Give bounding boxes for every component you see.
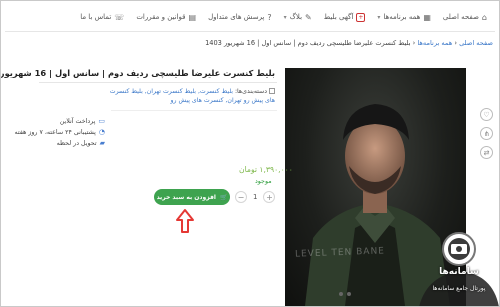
nav-tickets[interactable]: + آگهی بلیط: [323, 12, 366, 22]
compare-icon[interactable]: ⇄: [480, 146, 493, 159]
add-to-cart-label: افزودن به سبد خرید: [156, 193, 216, 201]
product-title: بلیط کنسرت علیرضا طلیسچی ردیف دوم | سانس…: [0, 68, 275, 78]
home-icon: ⌂: [481, 12, 487, 22]
headset-icon: ◔: [98, 128, 105, 136]
increase-quantity-button[interactable]: +: [263, 191, 276, 203]
question-icon: ?: [267, 12, 272, 22]
heart-icon[interactable]: ♡: [480, 108, 493, 121]
arrow-up-icon: [176, 209, 194, 233]
brand-tagline: پورتال جامع سامانه‌ها: [432, 285, 486, 292]
chevron-down-icon: ▾: [377, 13, 381, 21]
quantity-stepper: − 1 +: [235, 191, 276, 203]
feature-item: ▰ تحویل در لحظه: [15, 138, 105, 149]
feature-label: پرداخت آنلاین: [59, 118, 96, 125]
title-divider: [39, 82, 277, 83]
card-icon: ▭: [98, 117, 105, 125]
categories-divider: [111, 110, 277, 111]
nav-all-programs-label: همه برنامه‌ها: [383, 13, 421, 21]
nav-blog[interactable]: ✎ بلاگ ▾: [284, 13, 312, 22]
nav-all-programs[interactable]: ▦ همه برنامه‌ها ▾: [377, 13, 431, 22]
chevron-down-icon: ▾: [283, 13, 287, 21]
share-icon[interactable]: ⋔: [480, 127, 493, 140]
document-icon: ▤: [188, 12, 197, 22]
breadcrumb: صفحه اصلی ‹ همه برنامه‌ها ‹ بلیط کنسرت ع…: [201, 39, 493, 47]
categories-label: دسته‌بندی‌ها:: [234, 88, 267, 95]
phone-icon: ☏: [114, 12, 125, 22]
samaneha-logo: سامانه‌ها پورتال جامع سامانه‌ها: [419, 231, 499, 306]
nav-faq[interactable]: ? پرسش های متداول: [208, 13, 272, 22]
truck-icon: ▰: [99, 139, 105, 147]
nav-home-label: صفحه اصلی: [442, 13, 479, 21]
grid-icon: ▦: [423, 12, 431, 22]
top-nav: ⌂ صفحه اصلی ▦ همه برنامه‌ها ▾ + آگهی بلی…: [5, 5, 495, 29]
breadcrumb-current: بلیط کنسرت علیرضا طلیسچی ردیف دوم | سانس…: [205, 39, 411, 47]
nav-rules[interactable]: ▤ قوانین و مقررات: [136, 13, 196, 22]
stock-status: موجود: [255, 178, 272, 185]
nav-divider: [5, 31, 495, 32]
product-categories: دسته‌بندی‌ها: بلیط کنسرت, بلیط کنسرت تهر…: [105, 87, 275, 105]
nav-blog-label: بلاگ: [289, 13, 303, 21]
breadcrumb-all-programs[interactable]: همه برنامه‌ها: [417, 39, 452, 47]
page-frame: ⌂ صفحه اصلی ▦ همه برنامه‌ها ▾ + آگهی بلی…: [0, 0, 500, 307]
ticket-icon: +: [356, 12, 366, 22]
decrease-quantity-button[interactable]: −: [235, 191, 247, 203]
zoom-icon[interactable]: [347, 292, 351, 296]
product-action-icons: ♡ ⋔ ⇄: [480, 108, 493, 159]
brand-name: سامانه‌ها: [439, 267, 479, 277]
product-price: ۱,۳۹۰,۰۰۰ تومان: [239, 165, 293, 174]
image-controls: [339, 292, 351, 296]
feature-label: پشتیبانی ۲۴ ساعته، ۷ روز هفته: [14, 129, 96, 136]
feature-label: تحویل در لحظه: [56, 140, 97, 147]
nav-tickets-label: آگهی بلیط: [323, 13, 354, 21]
quantity-value[interactable]: 1: [253, 193, 257, 201]
nav-faq-label: پرسش های متداول: [208, 13, 265, 21]
nav-contact[interactable]: ☏ تماس با ما: [80, 13, 124, 22]
product-features: ▭ پرداخت آنلاین ◔ پشتیبانی ۲۴ ساعته، ۷ ر…: [15, 116, 105, 149]
nav-contact-label: تماس با ما: [80, 13, 112, 21]
feature-item: ◔ پشتیبانی ۲۴ ساعته، ۷ روز هفته: [15, 127, 105, 138]
category-icon: [269, 88, 275, 94]
nav-rules-label: قوانین و مقررات: [136, 13, 186, 21]
blog-icon: ✎: [305, 12, 312, 22]
fullscreen-icon[interactable]: [339, 292, 343, 296]
cart-icon: 🛒: [219, 193, 228, 201]
breadcrumb-home[interactable]: صفحه اصلی: [459, 39, 493, 47]
feature-item: ▭ پرداخت آنلاین: [15, 116, 105, 127]
nav-home[interactable]: ⌂ صفحه اصلی: [443, 13, 487, 22]
add-to-cart-button[interactable]: 🛒 افزودن به سبد خرید: [154, 189, 230, 205]
